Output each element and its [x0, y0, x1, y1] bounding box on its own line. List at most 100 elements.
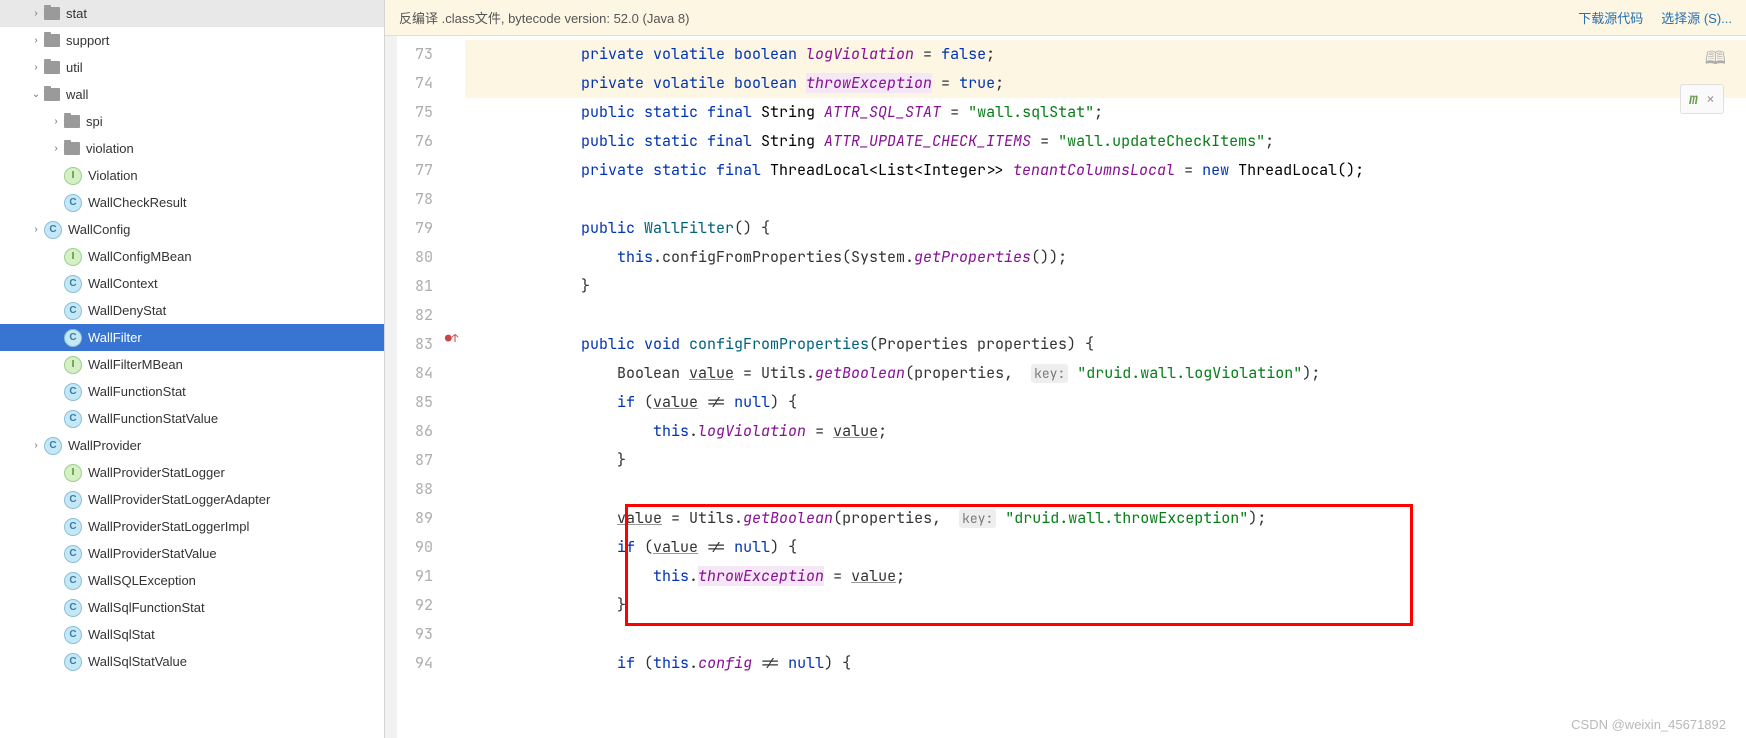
code-line-74[interactable]: private volatile boolean throwException …: [465, 69, 1746, 98]
tree-item-wallsqlstatvalue[interactable]: CWallSqlStatValue: [0, 648, 384, 675]
tree-item-violation[interactable]: IViolation: [0, 162, 384, 189]
code-editor[interactable]: 7374757677787980818283848586878889909192…: [385, 36, 1746, 738]
line-number[interactable]: 76: [397, 127, 443, 156]
class-icon: C: [64, 194, 82, 212]
tree-item-label: WallSQLException: [88, 573, 196, 588]
tree-item-wallsqlstat[interactable]: CWallSqlStat: [0, 621, 384, 648]
tree-arrow-icon[interactable]: ›: [28, 35, 44, 46]
line-number[interactable]: 77: [397, 156, 443, 185]
tree-item-label: WallFilterMBean: [88, 357, 183, 372]
editor-margin: [385, 36, 397, 738]
tree-item-wallconfigmbean[interactable]: IWallConfigMBean: [0, 243, 384, 270]
line-number-gutter: 7374757677787980818283848586878889909192…: [397, 36, 443, 738]
tree-arrow-icon[interactable]: ›: [48, 116, 64, 127]
line-number[interactable]: 74: [397, 69, 443, 98]
tree-item-wallfunctionstat[interactable]: CWallFunctionStat: [0, 378, 384, 405]
line-number[interactable]: 82: [397, 301, 443, 330]
download-source-link[interactable]: 下载源代码: [1578, 8, 1643, 27]
code-area[interactable]: private volatile boolean logViolation = …: [465, 36, 1746, 738]
tree-item-support[interactable]: › support: [0, 27, 384, 54]
line-number[interactable]: 90: [397, 533, 443, 562]
line-number[interactable]: 75: [397, 98, 443, 127]
line-number[interactable]: 81: [397, 272, 443, 301]
tree-item-wallfiltermbean[interactable]: IWallFilterMBean: [0, 351, 384, 378]
code-line-89[interactable]: value = Utils.getBoolean(properties, key…: [465, 504, 1746, 533]
override-marker-icon[interactable]: ●↑: [445, 332, 458, 346]
line-number[interactable]: 89: [397, 504, 443, 533]
tree-item-walldenystat[interactable]: CWallDenyStat: [0, 297, 384, 324]
code-line-92[interactable]: }: [465, 591, 1746, 620]
tree-item-wallfilter[interactable]: CWallFilter: [0, 324, 384, 351]
tree-item-util[interactable]: ›util: [0, 54, 384, 81]
line-number[interactable]: 78: [397, 185, 443, 214]
tree-arrow-icon[interactable]: ›: [28, 8, 44, 19]
code-line-77[interactable]: private static final ThreadLocal<List<In…: [465, 156, 1746, 185]
code-line-73[interactable]: private volatile boolean logViolation = …: [465, 40, 1746, 69]
code-line-80[interactable]: this.configFromProperties(System.getProp…: [465, 243, 1746, 272]
tree-arrow-icon[interactable]: ⌄: [28, 89, 44, 100]
code-line-86[interactable]: this.logViolation = value;: [465, 417, 1746, 446]
tree-item-wallproviderstatloggerimpl[interactable]: CWallProviderStatLoggerImpl: [0, 513, 384, 540]
tree-item-wallcontext[interactable]: CWallContext: [0, 270, 384, 297]
select-source-link[interactable]: 选择源 (S)...: [1661, 8, 1732, 27]
code-line-79[interactable]: public WallFilter() {: [465, 214, 1746, 243]
tree-item-wallcheckresult[interactable]: CWallCheckResult: [0, 189, 384, 216]
close-icon[interactable]: ×: [1706, 89, 1715, 109]
code-line-94[interactable]: if (this.config != null) {: [465, 649, 1746, 678]
code-line-85[interactable]: if (value != null) {: [465, 388, 1746, 417]
line-number[interactable]: 73: [397, 40, 443, 69]
tree-item-stat[interactable]: ›stat: [0, 0, 384, 27]
code-line-84[interactable]: Boolean value = Utils.getBoolean(propert…: [465, 359, 1746, 388]
m-icon[interactable]: m: [1689, 89, 1698, 109]
tree-item-wallsqlfunctionstat[interactable]: CWallSqlFunctionStat: [0, 594, 384, 621]
line-number[interactable]: 85: [397, 388, 443, 417]
code-line-83[interactable]: public void configFromProperties(Propert…: [465, 330, 1746, 359]
line-number[interactable]: 92: [397, 591, 443, 620]
line-number[interactable]: 94: [397, 649, 443, 678]
line-number[interactable]: 88: [397, 475, 443, 504]
tree-item-wallfunctionstatvalue[interactable]: CWallFunctionStatValue: [0, 405, 384, 432]
line-number[interactable]: 83: [397, 330, 443, 359]
tree-item-label: WallConfig: [68, 222, 130, 237]
tree-item-spi[interactable]: › spi: [0, 108, 384, 135]
tree-item-label: support: [66, 33, 109, 48]
tree-item-wall[interactable]: ⌄wall: [0, 81, 384, 108]
tree-item-wallsqlexception[interactable]: CWallSQLException: [0, 567, 384, 594]
code-line-88[interactable]: [465, 475, 1746, 504]
tree-item-wallconfig[interactable]: ›CWallConfig: [0, 216, 384, 243]
tree-arrow-icon[interactable]: ›: [28, 62, 44, 73]
bookmark-icon[interactable]: 🕮: [1705, 46, 1726, 76]
code-line-87[interactable]: }: [465, 446, 1746, 475]
line-number[interactable]: 86: [397, 417, 443, 446]
tree-arrow-icon[interactable]: ›: [48, 143, 64, 154]
tree-item-label: WallContext: [88, 276, 158, 291]
class-icon: C: [64, 518, 82, 536]
tree-item-wallproviderstatloggeradapter[interactable]: CWallProviderStatLoggerAdapter: [0, 486, 384, 513]
code-line-75[interactable]: public static final String ATTR_SQL_STAT…: [465, 98, 1746, 127]
tree-item-wallproviderstatlogger[interactable]: IWallProviderStatLogger: [0, 459, 384, 486]
code-line-76[interactable]: public static final String ATTR_UPDATE_C…: [465, 127, 1746, 156]
tree-item-label: WallConfigMBean: [88, 249, 192, 264]
line-number[interactable]: 80: [397, 243, 443, 272]
tree-item-violation[interactable]: ›violation: [0, 135, 384, 162]
tree-item-wallprovider[interactable]: ›CWallProvider: [0, 432, 384, 459]
line-number[interactable]: 87: [397, 446, 443, 475]
line-number[interactable]: 91: [397, 562, 443, 591]
code-line-90[interactable]: if (value != null) {: [465, 533, 1746, 562]
line-number[interactable]: 93: [397, 620, 443, 649]
code-line-81[interactable]: }: [465, 272, 1746, 301]
tree-item-label: spi: [86, 114, 103, 129]
code-line-93[interactable]: [465, 620, 1746, 649]
editor-main: 反编译 .class文件, bytecode version: 52.0 (Ja…: [385, 0, 1746, 738]
tree-item-wallproviderstatvalue[interactable]: CWallProviderStatValue: [0, 540, 384, 567]
line-number[interactable]: 79: [397, 214, 443, 243]
class-icon: C: [64, 410, 82, 428]
tree-arrow-icon[interactable]: ›: [28, 224, 44, 235]
code-line-78[interactable]: [465, 185, 1746, 214]
class-icon: C: [64, 626, 82, 644]
code-line-91[interactable]: this.throwException = value;: [465, 562, 1746, 591]
code-line-82[interactable]: [465, 301, 1746, 330]
tree-arrow-icon[interactable]: ›: [28, 440, 44, 451]
project-tree-sidebar[interactable]: ›stat›support›util⌄wall›spi›violationIVi…: [0, 0, 385, 738]
line-number[interactable]: 84: [397, 359, 443, 388]
